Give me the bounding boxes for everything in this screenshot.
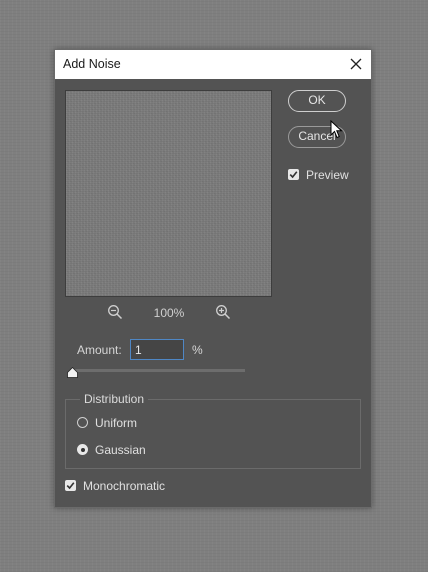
ok-button[interactable]: OK — [288, 90, 346, 112]
close-icon[interactable] — [347, 55, 365, 73]
preview-image[interactable] — [65, 90, 272, 297]
gaussian-label: Gaussian — [95, 443, 146, 457]
preview-checkbox[interactable] — [288, 169, 299, 180]
dialog-titlebar: Add Noise — [55, 50, 371, 79]
amount-slider[interactable] — [67, 366, 245, 378]
zoom-out-icon[interactable] — [107, 304, 123, 320]
preview-label: Preview — [306, 168, 349, 182]
zoom-in-icon[interactable] — [215, 304, 231, 320]
amount-input[interactable] — [130, 339, 184, 360]
distribution-legend: Distribution — [80, 392, 149, 406]
zoom-level: 100% — [153, 306, 185, 320]
uniform-label: Uniform — [95, 416, 138, 430]
gaussian-radio[interactable] — [77, 444, 88, 455]
amount-unit: % — [192, 343, 203, 357]
uniform-radio[interactable] — [77, 417, 88, 428]
distribution-group: Distribution Uniform Gaussian — [65, 392, 361, 469]
monochromatic-label: Monochromatic — [83, 479, 166, 493]
add-noise-dialog: Add Noise 100% OK Cancel Preview Amount:… — [54, 49, 372, 508]
monochromatic-checkbox[interactable] — [65, 480, 76, 491]
slider-thumb[interactable] — [67, 365, 79, 378]
mouse-pointer-icon — [330, 119, 344, 140]
dialog-title: Add Noise — [63, 57, 121, 71]
amount-label: Amount: — [77, 343, 122, 357]
